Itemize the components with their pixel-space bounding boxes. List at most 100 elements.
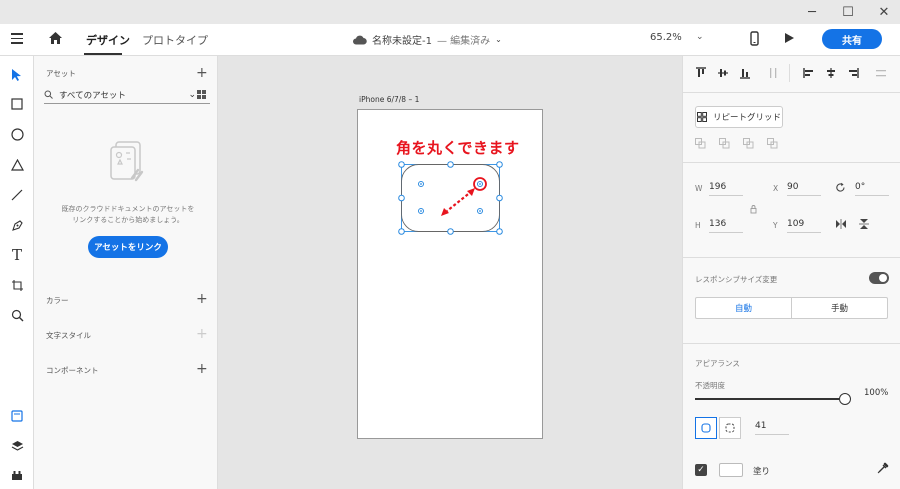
linked-document-icon [110, 141, 144, 182]
property-inspector: リピートグリッド W 196 X 90 0° H 136 Y 109 レスポンシ… [682, 56, 900, 489]
assets-panel-icon[interactable] [8, 407, 26, 425]
add-color-icon[interactable]: + [196, 292, 208, 306]
align-separator [789, 64, 790, 82]
lock-aspect-icon[interactable] [750, 204, 757, 214]
repeat-grid-label: リピートグリッド [712, 113, 781, 123]
rotation-field[interactable]: 0° [855, 182, 889, 196]
opacity-slider-track[interactable] [695, 398, 839, 400]
assets-title: アセット [46, 69, 76, 78]
boolean-exclude-icon[interactable] [767, 138, 778, 149]
artboard-name[interactable]: iPhone 6/7/8 – 1 [359, 95, 419, 104]
artboard-tool-icon[interactable] [8, 276, 26, 294]
add-asset-icon[interactable]: + [196, 66, 208, 80]
title-bar: ─ ☐ ✕ [0, 0, 900, 24]
corner-radius-individual-button[interactable] [719, 417, 741, 439]
repeat-grid-button[interactable]: リピートグリッド [695, 106, 783, 128]
assets-filter-label: すべてのアセット [59, 90, 126, 101]
assets-empty-line-1: 既存のクラウドドキュメントのアセットを [61, 205, 195, 213]
components-section-label: コンポーネント [46, 366, 99, 375]
colors-section-label: カラー [46, 296, 69, 305]
pen-tool-icon[interactable] [8, 216, 26, 234]
tab-design[interactable]: デザイン [86, 32, 130, 48]
char-styles-section-label: 文字スタイル [46, 331, 91, 340]
fill-checkbox[interactable]: ✓ [695, 464, 707, 476]
app-header: デザイン プロトタイプ 名称未設定-1 — 編集済み ⌄ 65.2% ⌄ 共有 [0, 24, 900, 56]
width-label: W [695, 184, 703, 193]
corner-radius-field[interactable]: 41 [755, 421, 789, 435]
responsive-manual-option[interactable]: 手動 [792, 298, 887, 318]
menu-icon[interactable] [11, 33, 23, 44]
ellipse-tool-icon[interactable] [8, 125, 26, 143]
home-icon[interactable] [48, 31, 63, 45]
maximize-button[interactable]: ☐ [830, 0, 866, 24]
document-status: — 編集済み [436, 36, 491, 47]
assets-empty-message: 既存のクラウドドキュメントのアセットを リンクすることから始めましょう。 [48, 204, 208, 226]
plugins-panel-icon[interactable] [8, 466, 26, 484]
corner-dashed-icon [725, 423, 735, 433]
opacity-slider-handle[interactable] [839, 393, 851, 405]
responsive-auto-option[interactable]: 自動 [696, 298, 792, 318]
height-field[interactable]: 136 [709, 219, 743, 233]
share-button[interactable]: 共有 [822, 29, 882, 49]
search-icon [44, 90, 53, 99]
minimize-button[interactable]: ─ [794, 0, 830, 24]
eyedropper-icon[interactable] [877, 462, 889, 474]
x-field[interactable]: 90 [787, 182, 821, 196]
align-middle-icon[interactable] [717, 67, 729, 79]
flip-vertical-icon[interactable] [859, 218, 869, 230]
mobile-preview-icon[interactable] [750, 31, 759, 46]
rectangle-tool-icon[interactable] [8, 95, 26, 113]
distribute-horizontal-icon[interactable] [875, 67, 887, 79]
polygon-tool-icon[interactable] [8, 156, 26, 174]
rounded-square-icon [701, 423, 711, 433]
tab-prototype[interactable]: プロトタイプ [142, 32, 208, 48]
zoom-chevron-icon[interactable]: ⌄ [696, 32, 704, 42]
fill-color-swatch[interactable] [719, 463, 743, 477]
divider [683, 257, 900, 258]
callout-text: 角を丸くできます [396, 139, 520, 157]
tool-bar: T [0, 56, 34, 489]
text-tool-icon[interactable]: T [8, 246, 26, 264]
distribute-vertical-icon[interactable] [767, 67, 779, 79]
assets-filter[interactable]: すべてのアセット ⌄ [44, 86, 210, 104]
close-button[interactable]: ✕ [866, 0, 900, 24]
align-left-icon[interactable] [803, 67, 815, 79]
document-title[interactable]: 名称未設定-1 — 編集済み ⌄ [352, 32, 502, 47]
link-assets-button[interactable]: アセットをリンク [88, 236, 168, 258]
zoom-tool-icon[interactable] [8, 306, 26, 324]
boolean-subtract-icon[interactable] [719, 138, 730, 149]
responsive-resize-toggle[interactable] [869, 272, 889, 284]
add-char-style-icon[interactable]: + [196, 327, 208, 341]
zoom-level[interactable]: 65.2% [650, 32, 682, 43]
grid-view-icon[interactable] [197, 90, 206, 99]
document-name: 名称未設定-1 [372, 36, 432, 47]
add-component-icon[interactable]: + [196, 362, 208, 376]
play-icon[interactable] [784, 32, 795, 44]
boolean-intersect-icon[interactable] [743, 138, 754, 149]
flip-horizontal-icon[interactable] [835, 219, 847, 229]
divider [683, 162, 900, 163]
rotate-icon [836, 182, 845, 192]
height-label: H [695, 221, 701, 230]
align-center-icon[interactable] [825, 67, 837, 79]
align-right-icon[interactable] [847, 67, 859, 79]
width-field[interactable]: 196 [709, 182, 743, 196]
select-tool-icon[interactable] [8, 66, 26, 84]
selected-rectangle[interactable] [395, 158, 507, 238]
y-field[interactable]: 109 [787, 219, 821, 233]
layers-panel-icon[interactable] [8, 437, 26, 455]
opacity-value[interactable]: 100% [864, 388, 888, 398]
align-top-icon[interactable] [695, 67, 707, 79]
corner-radius-uniform-button[interactable] [695, 417, 717, 439]
y-label: Y [773, 221, 778, 230]
align-bottom-icon[interactable] [739, 67, 751, 79]
repeat-grid-icon [696, 112, 707, 122]
assets-panel: アセット + すべてのアセット ⌄ 既存のクラウドドキュメントのアセットを リン… [34, 56, 218, 489]
line-tool-icon[interactable] [8, 186, 26, 204]
responsive-resize-label: レスポンシブサイズ変更 [695, 275, 778, 284]
chevron-down-icon: ⌄ [495, 35, 502, 44]
fill-label: 塗り [753, 467, 771, 477]
boolean-add-icon[interactable] [695, 138, 706, 149]
divider [683, 92, 900, 93]
divider [683, 343, 900, 344]
